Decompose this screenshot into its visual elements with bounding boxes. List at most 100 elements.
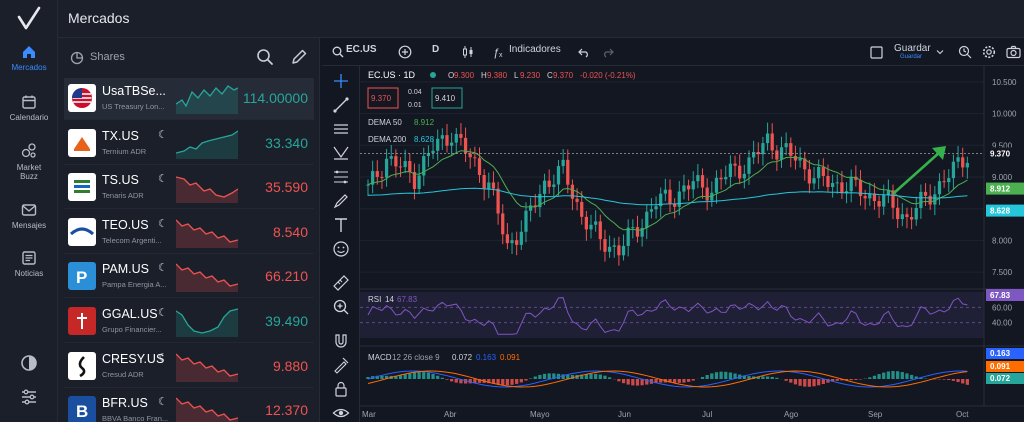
redo-icon[interactable] [602, 46, 614, 58]
nav-item-calendario[interactable]: Calendario [0, 94, 58, 122]
add-compare-icon[interactable] [398, 45, 412, 59]
macd-histogram-bar [770, 376, 774, 379]
fib-icon[interactable] [332, 168, 350, 186]
gear-icon[interactable] [982, 45, 996, 59]
horizontal-lines-icon[interactable] [332, 120, 350, 138]
watchlist-row[interactable]: CRESY.US Cresud ADR ☾ 9.880 [64, 346, 314, 388]
candle-body [505, 234, 510, 244]
camera-icon[interactable] [1006, 45, 1021, 59]
indicators-button[interactable]: Indicadores [509, 44, 561, 55]
macd-histogram-bar [538, 374, 542, 379]
candle-body [384, 158, 389, 178]
rsi-axis-label: 60.00 [992, 303, 1013, 312]
brush-icon[interactable] [332, 192, 350, 210]
watchlist-row[interactable]: GGAL.US Grupo Financier... ☾ 39.490 [64, 301, 314, 343]
macd-histogram-bar [408, 373, 412, 379]
ruler-icon[interactable] [332, 274, 350, 292]
macd-histogram-bar [422, 372, 426, 379]
ohlc-label: L [514, 71, 519, 80]
draw-lock-icon[interactable] [332, 356, 350, 374]
price-chart[interactable]: 10.50010.0009.5009.0008.5008.0007.5009.3… [360, 66, 1024, 422]
candle-body [603, 239, 607, 252]
candle-body [528, 205, 533, 211]
nav-item-mercados[interactable]: Mercados [0, 44, 58, 72]
emoji-icon[interactable] [332, 240, 350, 258]
nav-item-noticias[interactable]: Noticias [0, 250, 58, 278]
instrument-logo: P [68, 262, 96, 291]
candle-body [375, 171, 379, 177]
eye-icon[interactable] [332, 404, 350, 422]
crosshair-icon[interactable] [332, 72, 350, 90]
last-price-badge: 9.370 [990, 150, 1011, 159]
instrument-name: Ternium ADR [102, 146, 147, 156]
candle-body [705, 187, 709, 201]
instrument-name: Grupo Financier... [102, 325, 162, 334]
candle-body [445, 135, 449, 146]
search-icon[interactable] [256, 48, 274, 66]
edit-pencil-icon[interactable] [290, 48, 308, 66]
macd-histogram-bar [621, 379, 626, 384]
market-closed-moon-icon: ☾ [158, 262, 168, 275]
macd-histogram-bar [909, 374, 914, 379]
candle-body [835, 182, 839, 184]
alert-clock-icon[interactable] [958, 45, 972, 59]
sparkline [176, 219, 238, 248]
interval-selector[interactable]: D [432, 44, 439, 55]
news-icon [22, 251, 36, 265]
svg-text:x: x [499, 52, 503, 59]
sparkline [176, 308, 238, 337]
candle-body [724, 177, 728, 180]
watchlist-row[interactable]: P PAM.US Pampa Energia A... ☾ 66.210 [64, 256, 314, 299]
pattern-icon[interactable] [332, 144, 350, 162]
text-tool-icon[interactable] [332, 216, 350, 234]
layout-square-icon[interactable] [870, 46, 883, 59]
candle-body [747, 157, 751, 174]
candle-body [905, 214, 909, 217]
price-change: -0.020 (-0.21%) [580, 71, 636, 80]
symbol-selector[interactable]: EC.US [346, 44, 377, 55]
macd-histogram-bar [686, 379, 691, 382]
time-axis-label: Sep [868, 410, 883, 419]
macd-histogram-bar [728, 372, 733, 379]
instrument-symbol: UsaTBSe... [102, 84, 166, 98]
macd-histogram-bar [700, 376, 705, 379]
trend-line-icon[interactable] [332, 96, 350, 114]
macd-label: MACD [368, 353, 392, 362]
save-button[interactable]: Guardar [894, 43, 931, 54]
magnet-icon[interactable] [332, 332, 350, 350]
candle-body [821, 166, 825, 176]
sell-price: 9.370 [371, 94, 392, 103]
candle-body [840, 182, 844, 194]
lock-icon[interactable] [332, 380, 350, 398]
watchlist-row[interactable]: UsaTBSe... US Treasury Lon... 114.00000 [64, 78, 314, 120]
brand-logo-icon[interactable] [16, 6, 42, 32]
macd-histogram-bar [450, 379, 454, 382]
rsi-label: RSI [368, 295, 381, 304]
macd-histogram-bar [454, 379, 458, 383]
settings-sliders-icon[interactable] [18, 386, 40, 408]
macd-histogram-bar [951, 379, 956, 381]
nav-item-mensajes[interactable]: Mensajes [0, 202, 58, 230]
nav-item-market-buzz[interactable]: Market Buzz [0, 142, 58, 181]
watchlist-row[interactable]: TS.US Tenaris ADR ☾ 35.590 [64, 167, 314, 210]
macd-histogram-bar [849, 379, 853, 381]
chevron-down-icon[interactable] [936, 48, 944, 56]
chart-symbol-label: EC.US · 1D [368, 70, 416, 80]
candle-body [566, 159, 570, 185]
undo-icon[interactable] [578, 46, 590, 58]
search-icon[interactable] [332, 46, 344, 58]
candle-body [691, 181, 695, 190]
zoom-in-icon[interactable] [332, 298, 350, 316]
macd-histogram-bar [501, 379, 505, 385]
macd-histogram-bar [872, 375, 877, 379]
macd-histogram-bar [821, 379, 825, 385]
watchlist-row[interactable]: TEO.US Telecom Argenti... ☾ 8.540 [64, 212, 314, 254]
candle-body [956, 157, 960, 162]
watchlist-row[interactable]: TX.US Ternium ADR ☾ 33.340 [64, 123, 314, 165]
candles-icon[interactable] [462, 45, 474, 59]
theme-toggle-icon[interactable] [18, 352, 40, 374]
indicators-icon[interactable]: ƒx [492, 45, 506, 59]
candle-body [914, 207, 918, 220]
watchlist-row[interactable]: B BFR.US BBVA Banco Fran... ☾ 12.370 [64, 390, 314, 422]
market-closed-moon-icon: ☾ [158, 217, 168, 230]
